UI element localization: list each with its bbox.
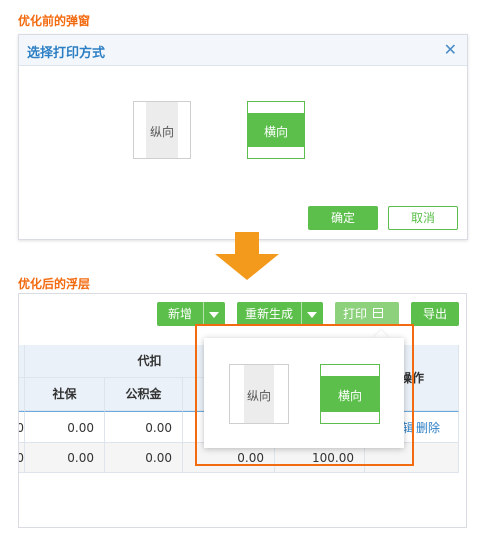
section-title-after: 优化后的浮层: [18, 277, 91, 291]
close-icon[interactable]: ✕: [444, 40, 457, 59]
layout-icon: [373, 308, 383, 318]
section-title-before: 优化前的弹窗: [18, 14, 91, 28]
table-cell: 0: [19, 443, 25, 473]
arrow-down-icon: [215, 232, 279, 280]
landscape-label: 横向: [263, 125, 288, 139]
landscape-option[interactable]: 横向: [247, 101, 305, 159]
delete-link[interactable]: 删除: [416, 412, 440, 444]
portrait-label: 纵向: [246, 389, 271, 403]
table-cell: 0.00: [25, 411, 105, 443]
list-panel: 新增 重新生成 打印 导出 代扣 操作 社保 公积金 0 0.00 0.00 编…: [18, 293, 467, 528]
dialog-title: 选择打印方式: [27, 46, 106, 61]
table-cell: 0.00: [105, 443, 183, 473]
confirm-button[interactable]: 确定: [308, 206, 378, 230]
print-orientation-popover: 纵向 横向: [204, 338, 404, 448]
portrait-option[interactable]: 纵向: [133, 101, 191, 159]
portrait-option[interactable]: 纵向: [229, 364, 289, 424]
regenerate-button-label: 重新生成: [244, 307, 293, 321]
regenerate-split-button[interactable]: 重新生成: [237, 302, 323, 326]
landscape-option[interactable]: 横向: [320, 364, 380, 424]
export-button[interactable]: 导出: [411, 302, 459, 326]
table-cell: 0.00: [105, 411, 183, 443]
column-header-social: 社保: [25, 378, 105, 411]
print-mode-dialog: 选择打印方式 ✕ 纵向 横向 确定 取消: [18, 34, 468, 240]
add-split-button[interactable]: 新增: [157, 302, 225, 326]
add-button-label: 新增: [167, 307, 192, 321]
print-button-label: 打印: [343, 307, 368, 321]
table-cell: 0: [19, 411, 25, 443]
landscape-label: 横向: [337, 389, 362, 403]
print-button[interactable]: 打印: [335, 302, 399, 326]
table-cell: 0.00: [25, 443, 105, 473]
cancel-button[interactable]: 取消: [388, 206, 458, 230]
chevron-down-icon[interactable]: [209, 312, 219, 318]
dialog-header: 选择打印方式 ✕: [19, 35, 467, 66]
portrait-label: 纵向: [149, 125, 174, 139]
column-header-fund: 公积金: [105, 378, 183, 411]
chevron-down-icon[interactable]: [307, 312, 317, 318]
